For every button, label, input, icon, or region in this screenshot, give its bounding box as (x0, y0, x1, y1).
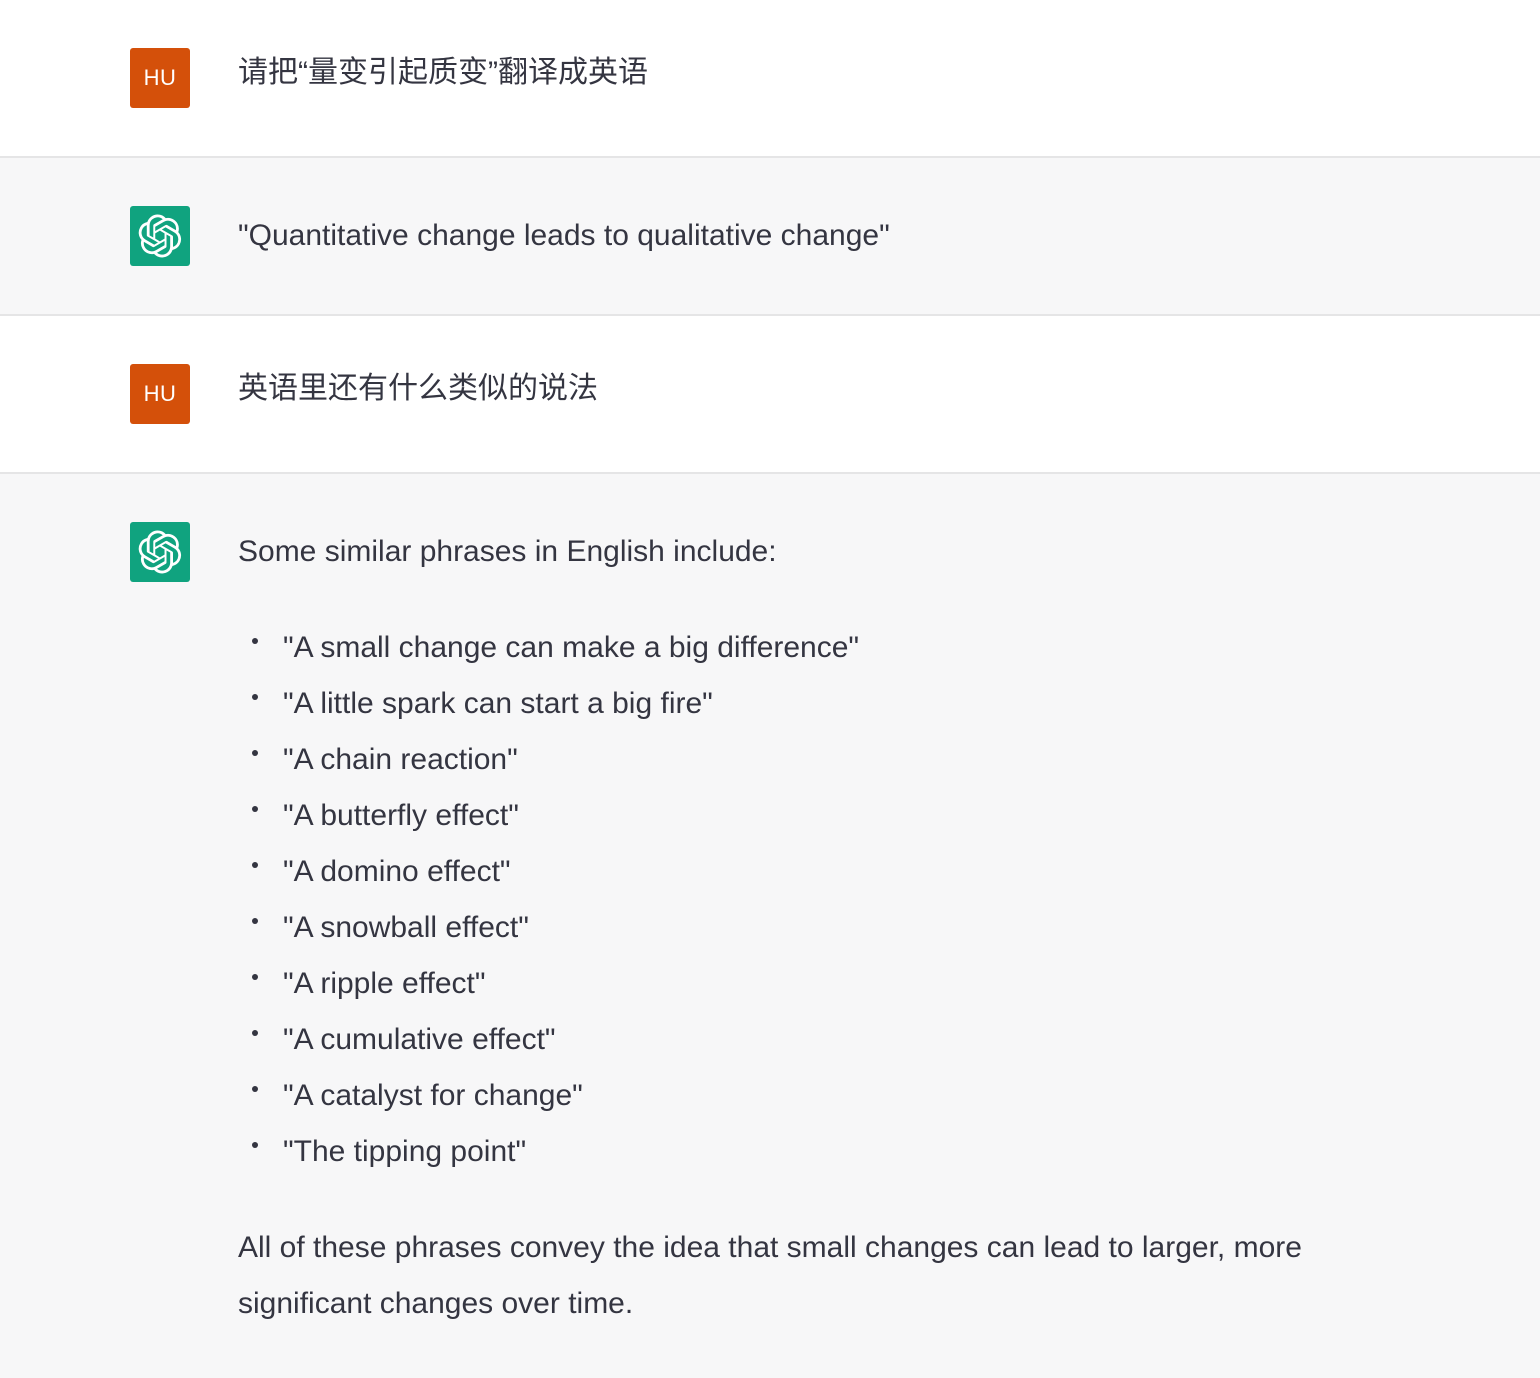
list-item-text: "The tipping point" (283, 1135, 527, 1168)
bullet-icon (252, 806, 258, 812)
bullet-icon (252, 974, 258, 980)
list-item: "A ripple effect" (238, 956, 1400, 1012)
user-message-2: HU 英语里还有什么类似的说法 (0, 316, 1540, 474)
bullet-icon (252, 1030, 258, 1036)
intro-text: Some similar phrases in English include: (238, 535, 777, 568)
message-text: "Quantitative change leads to qualitativ… (238, 219, 890, 252)
bullet-icon (252, 750, 258, 756)
bullet-icon (252, 862, 258, 868)
list-item: "A snowball effect" (238, 900, 1400, 956)
message-text: 请把“量变引起质变”翻译成英语 (238, 56, 648, 89)
user-message-1: HU 请把“量变引起质变”翻译成英语 (0, 0, 1540, 158)
list-item: "A small change can make a big differenc… (238, 620, 1400, 676)
list-item-text: "A chain reaction" (283, 743, 518, 776)
list-item: "A domino effect" (238, 844, 1400, 900)
list-item-text: "A small change can make a big differenc… (283, 631, 860, 664)
list-item-text: "A butterfly effect" (283, 799, 519, 832)
user-message-text: 请把“量变引起质变”翻译成英语 (238, 45, 1400, 101)
assistant-message-text: Some similar phrases in English include:… (238, 524, 1400, 1332)
user-avatar: HU (130, 48, 190, 108)
phrase-list: "A small change can make a big differenc… (238, 620, 1400, 1180)
list-item: "A chain reaction" (238, 732, 1400, 788)
list-item: "A cumulative effect" (238, 1012, 1400, 1068)
list-item: "A catalyst for change" (238, 1068, 1400, 1124)
list-item-text: "A catalyst for change" (283, 1079, 583, 1112)
assistant-message-1: "Quantitative change leads to qualitativ… (0, 158, 1540, 316)
list-item-text: "A ripple effect" (283, 967, 486, 1000)
list-item: "The tipping point" (238, 1124, 1400, 1180)
message-text: 英语里还有什么类似的说法 (238, 372, 598, 405)
user-avatar: HU (130, 364, 190, 424)
list-item: "A butterfly effect" (238, 788, 1400, 844)
list-item-text: "A snowball effect" (283, 911, 529, 944)
openai-logo-icon (138, 530, 182, 574)
list-item: "A little spark can start a big fire" (238, 676, 1400, 732)
list-item-text: "A cumulative effect" (283, 1023, 556, 1056)
outro-text: All of these phrases convey the idea tha… (238, 1231, 1302, 1320)
bullet-icon (252, 1142, 258, 1148)
user-message-text: 英语里还有什么类似的说法 (238, 361, 1400, 417)
list-item-text: "A little spark can start a big fire" (283, 687, 713, 720)
assistant-message-2: Some similar phrases in English include:… (0, 474, 1540, 1378)
bullet-icon (252, 918, 258, 924)
assistant-avatar (130, 206, 190, 266)
bullet-icon (252, 694, 258, 700)
bullet-icon (252, 638, 258, 644)
assistant-avatar (130, 522, 190, 582)
openai-logo-icon (138, 214, 182, 258)
assistant-message-text: "Quantitative change leads to qualitativ… (238, 208, 1400, 264)
list-item-text: "A domino effect" (283, 855, 511, 888)
bullet-icon (252, 1086, 258, 1092)
